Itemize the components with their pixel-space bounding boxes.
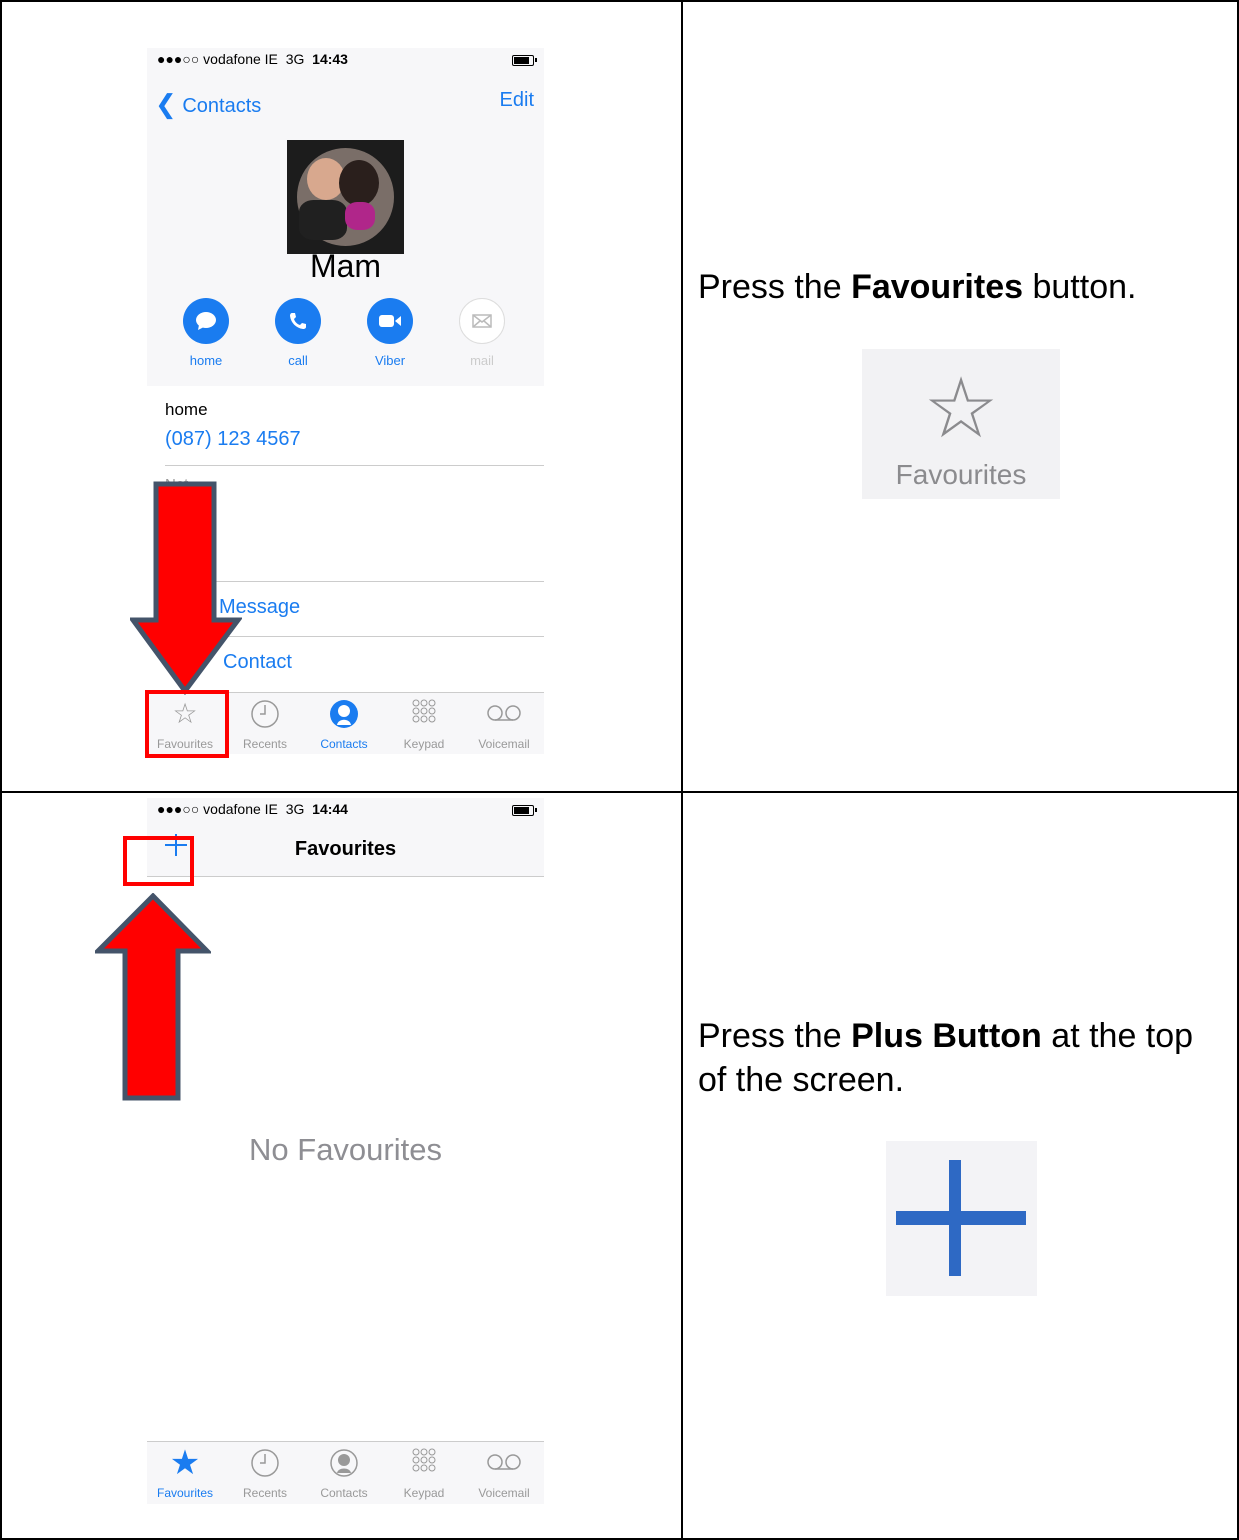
signal-dots: ●●●○○: [157, 51, 200, 67]
clock: 14:44: [312, 801, 348, 817]
mail-button[interactable]: [459, 298, 505, 344]
table-border-top: [0, 0, 1239, 2]
favourites-highlight-box: [145, 690, 229, 758]
clock-icon: [225, 1448, 305, 1478]
phone-number[interactable]: (087) 123 4567: [165, 428, 301, 451]
down-arrow-annotation: [130, 481, 242, 695]
battery-icon: [512, 805, 537, 816]
voicemail-icon: [464, 699, 544, 729]
viber-button[interactable]: [367, 298, 413, 344]
tab-bar: ★ Favourites Recents Contacts Keypad Voi…: [147, 1441, 544, 1504]
tab-voicemail[interactable]: Voicemail: [464, 693, 544, 754]
network-type: 3G: [285, 801, 305, 817]
status-bar: ●●●○○ vodafone IE 3G 14:44: [147, 798, 544, 820]
tab-keypad[interactable]: Keypad: [384, 693, 464, 754]
network-type: 3G: [285, 51, 305, 67]
avatar: [287, 140, 404, 254]
person-circle-icon: [304, 699, 384, 729]
tab-keypad[interactable]: Keypad: [384, 1442, 464, 1504]
back-label: Contacts: [182, 95, 262, 117]
call-label: call: [288, 353, 308, 368]
instruction-step-1: Press the Favourites button.: [698, 268, 1137, 306]
tab-recents[interactable]: Recents: [225, 693, 305, 754]
keypad-icon: [384, 699, 464, 729]
contact-name: Mam: [309, 248, 382, 284]
chevron-left-icon: ❮: [155, 89, 177, 119]
call-button[interactable]: [275, 298, 321, 344]
battery-icon: [512, 55, 537, 66]
carrier: vodafone IE: [203, 801, 278, 817]
phone-icon: [290, 313, 306, 329]
table-border-center: [681, 0, 683, 1540]
status-bar: ●●●○○ vodafone IE 3G 14:43: [147, 48, 544, 70]
tab-contacts[interactable]: Contacts: [304, 1442, 384, 1504]
clock: 14:43: [312, 51, 348, 67]
favourites-button-closeup: ☆ Favourites: [862, 349, 1060, 499]
message-label: home: [189, 353, 223, 368]
instruction-step-2: Press the Plus Button at the top of the …: [698, 1017, 1194, 1099]
keypad-icon: [384, 1448, 464, 1478]
plus-icon: [896, 1211, 1026, 1225]
tab-favourites[interactable]: ★ Favourites: [147, 1442, 225, 1504]
empty-state: No Favourites: [249, 1132, 442, 1167]
table-border-left: [0, 0, 2, 1540]
video-icon: [379, 315, 401, 327]
plus-button-closeup: [886, 1141, 1037, 1296]
voicemail-icon: [464, 1448, 544, 1478]
divider: [165, 465, 544, 466]
message-icon: [196, 312, 216, 330]
edit-button[interactable]: Edit: [500, 89, 534, 112]
tab-recents[interactable]: Recents: [225, 1442, 305, 1504]
signal-dots: ●●●○○: [157, 801, 200, 817]
back-button[interactable]: ❮ Contacts: [155, 88, 261, 119]
star-filled-icon: ★: [169, 1444, 201, 1482]
phone-label: home: [165, 400, 208, 419]
viber-label: Viber: [374, 353, 406, 368]
person-circle-icon: [304, 1448, 384, 1478]
page-title: Favourites: [294, 838, 397, 860]
clock-icon: [225, 699, 305, 729]
tab-voicemail[interactable]: Voicemail: [464, 1442, 544, 1504]
star-outline-icon: ☆: [923, 361, 999, 455]
tab-contacts[interactable]: Contacts: [304, 693, 384, 754]
message-button[interactable]: [183, 298, 229, 344]
carrier: vodafone IE: [203, 51, 278, 67]
plus-highlight-box: [123, 836, 194, 886]
table-border-middle: [0, 791, 1239, 793]
mail-label: mail: [470, 353, 494, 368]
mail-icon: [472, 314, 492, 328]
up-arrow-annotation: [95, 893, 211, 1101]
